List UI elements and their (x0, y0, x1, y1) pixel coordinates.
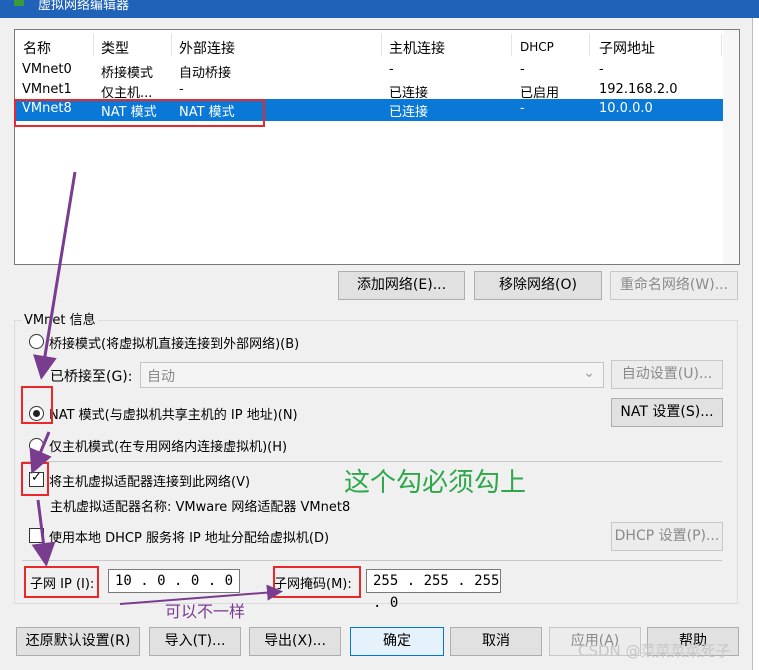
watermark: CSDN @菜菜菜菜死子 (578, 642, 731, 660)
arrow-to-subnet-ip (31, 499, 56, 567)
annotation-arrows (29, 171, 283, 605)
arrow-to-nat-radio (33, 171, 77, 380)
annotation-subnet-note: 可以不一样 (165, 602, 246, 621)
annotation-checkbox-note: 这个勾必须勾上 (344, 468, 527, 498)
arrow-to-checkbox (29, 431, 52, 475)
